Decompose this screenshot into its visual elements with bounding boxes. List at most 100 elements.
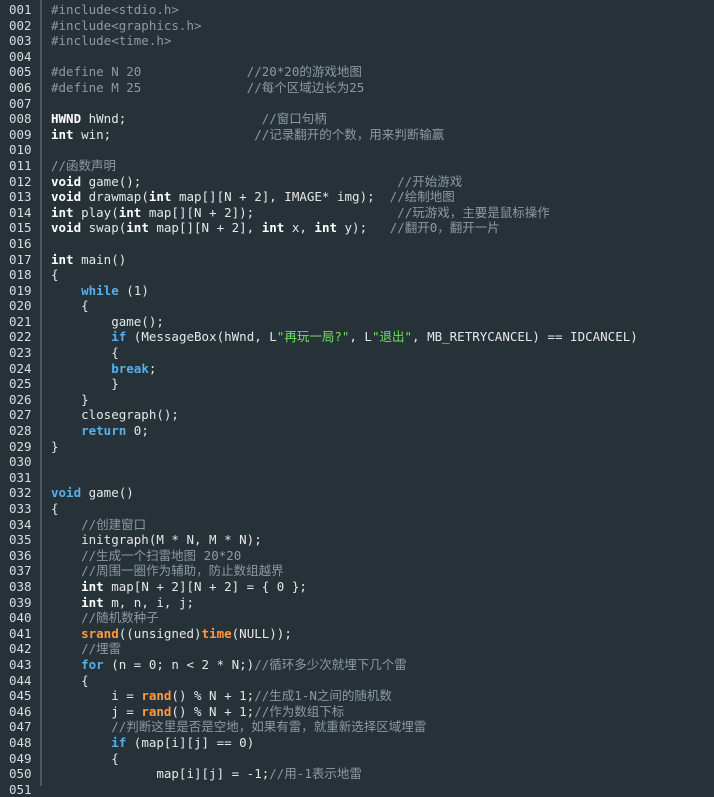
- code-line[interactable]: 011 //函数声明: [0, 158, 714, 174]
- code-text: //函数声明: [51, 158, 116, 174]
- code-token: HWND: [51, 111, 82, 127]
- code-line[interactable]: 017 int main(): [0, 252, 714, 268]
- code-token: //作为数组下标: [254, 703, 345, 719]
- code-line[interactable]: 004: [0, 49, 714, 65]
- code-token: (NULL));: [231, 625, 292, 641]
- code-line[interactable]: 047 //判断这里是否是空地，如果有雷，就重新选择区域埋雷: [0, 719, 714, 735]
- code-token: map[][N + 2],: [148, 220, 262, 236]
- code-token: //创建窗口: [81, 516, 147, 532]
- code-token: //玩游戏，主要是鼠标操作: [397, 204, 550, 220]
- code-line[interactable]: 042 //埋雷: [0, 641, 714, 657]
- code-text: }: [51, 439, 59, 455]
- code-line[interactable]: 045 i = rand() % N + 1;//生成1-N之间的随机数: [0, 688, 714, 704]
- code-token: int: [314, 220, 337, 236]
- code-line[interactable]: 010: [0, 142, 714, 158]
- code-line[interactable]: 030: [0, 454, 714, 470]
- code-line[interactable]: 023 {: [0, 345, 714, 361]
- code-line[interactable]: 049 {: [0, 751, 714, 767]
- code-line[interactable]: 033 {: [0, 501, 714, 517]
- code-token: #define M 25: [51, 79, 247, 95]
- code-token: int: [51, 204, 74, 220]
- code-line[interactable]: 051: [0, 782, 714, 797]
- code-line[interactable]: 007: [0, 96, 714, 112]
- code-line[interactable]: 026 }: [0, 392, 714, 408]
- line-number: 040: [9, 610, 32, 626]
- code-lines[interactable]: 001 #include<stdio.h> 002 #include<graphics…: [0, 2, 714, 797]
- code-line[interactable]: 005 #define N 20 //20*20的游戏地图: [0, 64, 714, 80]
- code-token: , MB_RETRYCANCEL) == IDCANCEL): [412, 329, 638, 345]
- code-line[interactable]: 019 while (1): [0, 283, 714, 299]
- code-line[interactable]: 038 int map[N + 2][N + 2] = { 0 };: [0, 579, 714, 595]
- code-token: x,: [284, 220, 315, 236]
- line-number: 034: [9, 516, 32, 532]
- code-token: i =: [51, 688, 142, 704]
- line-number: 036: [9, 547, 32, 563]
- line-number: 025: [9, 376, 32, 392]
- code-token: int: [126, 220, 149, 236]
- code-line[interactable]: 001 #include<stdio.h>: [0, 2, 714, 18]
- code-line[interactable]: 032 void game(): [0, 485, 714, 501]
- code-text: initgraph(M * N, M * N);: [51, 532, 262, 548]
- code-line[interactable]: 012 void game(); //开始游戏: [0, 174, 714, 190]
- code-line[interactable]: 008 HWND hWnd; //窗口句柄: [0, 111, 714, 127]
- code-line[interactable]: 002 #include<graphics.h>: [0, 18, 714, 34]
- code-line[interactable]: 013 void drawmap(int map[][N + 2], IMAGE*…: [0, 189, 714, 205]
- code-token: closegraph();: [51, 407, 179, 423]
- line-number: 033: [9, 501, 32, 516]
- code-token: j =: [51, 703, 142, 719]
- code-token: {: [51, 750, 119, 766]
- code-line[interactable]: 037 //周围一圈作为辅助，防止数组越界: [0, 563, 714, 579]
- line-number: 023: [9, 345, 32, 361]
- code-line[interactable]: 009 int win; //记录翻开的个数，用来判断输赢: [0, 127, 714, 143]
- code-text: #define N 20 //20*20的游戏地图: [51, 64, 362, 80]
- line-number: 006: [9, 79, 32, 95]
- code-token: //函数声明: [51, 157, 117, 173]
- code-text: void game(); //开始游戏: [51, 174, 462, 190]
- code-token: break: [111, 360, 149, 376]
- code-line[interactable]: 024 break;: [0, 361, 714, 377]
- code-line[interactable]: 020 {: [0, 298, 714, 314]
- code-token: "退出": [371, 329, 413, 345]
- code-line[interactable]: 027 closegraph();: [0, 407, 714, 423]
- code-line[interactable]: 046 j = rand() % N + 1;//作为数组下标: [0, 704, 714, 720]
- line-number: 014: [9, 204, 32, 220]
- code-line[interactable]: 044 {: [0, 673, 714, 689]
- code-line[interactable]: 021 game();: [0, 314, 714, 330]
- code-token: //开始游戏: [397, 173, 463, 189]
- code-token: ((unsigned): [118, 625, 202, 641]
- code-editor[interactable]: 001 #include<stdio.h> 002 #include<graphics…: [0, 0, 714, 797]
- code-line[interactable]: 035 initgraph(M * N, M * N);: [0, 532, 714, 548]
- code-text: //判断这里是否是空地，如果有雷，就重新选择区域埋雷: [51, 719, 426, 735]
- code-token: //20*20的游戏地图: [246, 64, 362, 80]
- code-line[interactable]: 022 if (MessageBox(hWnd, L"再玩一局?", L"退出"…: [0, 329, 714, 345]
- code-line[interactable]: 036 //生成一个扫雷地图 20*20: [0, 548, 714, 564]
- code-line[interactable]: 028 return 0;: [0, 423, 714, 439]
- code-line[interactable]: 041 srand((unsigned)time(NULL));: [0, 626, 714, 642]
- code-token: m, n, i, j;: [103, 594, 194, 610]
- line-number: 029: [9, 438, 32, 454]
- code-line[interactable]: 048 if (map[i][j] == 0): [0, 735, 714, 751]
- code-line[interactable]: 050 map[i][j] = -1;//用-1表示地雷: [0, 766, 714, 782]
- code-line[interactable]: 040 //随机数种子: [0, 610, 714, 626]
- code-line[interactable]: 025 }: [0, 376, 714, 392]
- code-line[interactable]: 031: [0, 470, 714, 486]
- code-line[interactable]: 029}: [0, 439, 714, 455]
- line-number: 026: [9, 391, 32, 407]
- code-line[interactable]: 016: [0, 236, 714, 252]
- code-line[interactable]: 018 {: [0, 267, 714, 283]
- code-line[interactable]: 003 #include<time.h>: [0, 33, 714, 49]
- code-text: j = rand() % N + 1;//作为数组下标: [51, 704, 344, 720]
- code-line[interactable]: 006 #define M 25 //每个区域边长为25: [0, 80, 714, 96]
- code-line[interactable]: 034 //创建窗口: [0, 517, 714, 533]
- code-line[interactable]: 039 int m, n, i, j;: [0, 595, 714, 611]
- line-number: 050: [9, 766, 32, 782]
- code-token: #include<stdio.h>: [51, 2, 179, 17]
- code-line[interactable]: 014 int play(int map[][N + 2]); //玩游戏，主要是…: [0, 205, 714, 221]
- code-line[interactable]: 043 for (n = 0; n < 2 * N;)//循环多少次就埋下几个雷: [0, 657, 714, 673]
- line-number: 021: [9, 313, 32, 329]
- code-line[interactable]: 015 void swap(int map[][N + 2], int x, in…: [0, 220, 714, 236]
